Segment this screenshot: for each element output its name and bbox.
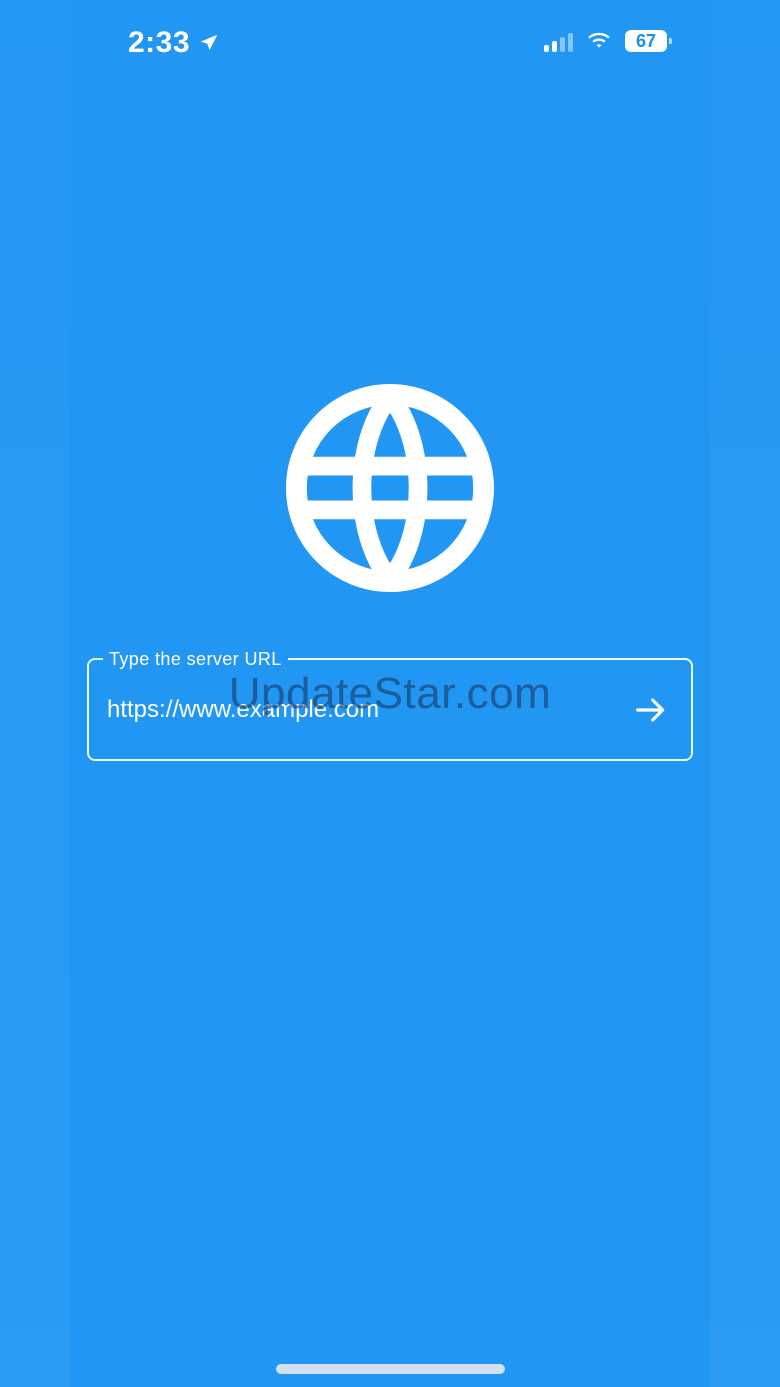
server-url-input[interactable] bbox=[107, 690, 617, 730]
status-indicators: 67 bbox=[544, 30, 672, 52]
status-time: 2:33 bbox=[128, 26, 220, 60]
signal-bar bbox=[568, 33, 573, 52]
server-url-field[interactable]: Type the server URL bbox=[87, 647, 693, 761]
submit-url-button[interactable] bbox=[631, 690, 671, 730]
status-bar: 2:33 67 bbox=[0, 0, 780, 90]
wifi-icon bbox=[588, 32, 610, 48]
right-edge-glow bbox=[710, 0, 780, 1387]
battery-level: 67 bbox=[635, 30, 657, 51]
home-indicator[interactable] bbox=[276, 1364, 505, 1374]
left-edge-glow bbox=[0, 0, 70, 1387]
signal-bar bbox=[560, 37, 565, 52]
signal-bar bbox=[552, 41, 557, 52]
battery-cap bbox=[669, 38, 672, 44]
time-label: 2:33 bbox=[128, 26, 191, 59]
signal-bar bbox=[544, 45, 549, 52]
cellular-signal-icon bbox=[544, 30, 573, 52]
arrow-right-icon bbox=[636, 698, 665, 722]
battery-icon: 67 bbox=[625, 30, 672, 52]
server-url-label: Type the server URL bbox=[103, 647, 288, 671]
location-arrow-icon bbox=[200, 34, 218, 51]
globe-icon bbox=[286, 384, 494, 592]
